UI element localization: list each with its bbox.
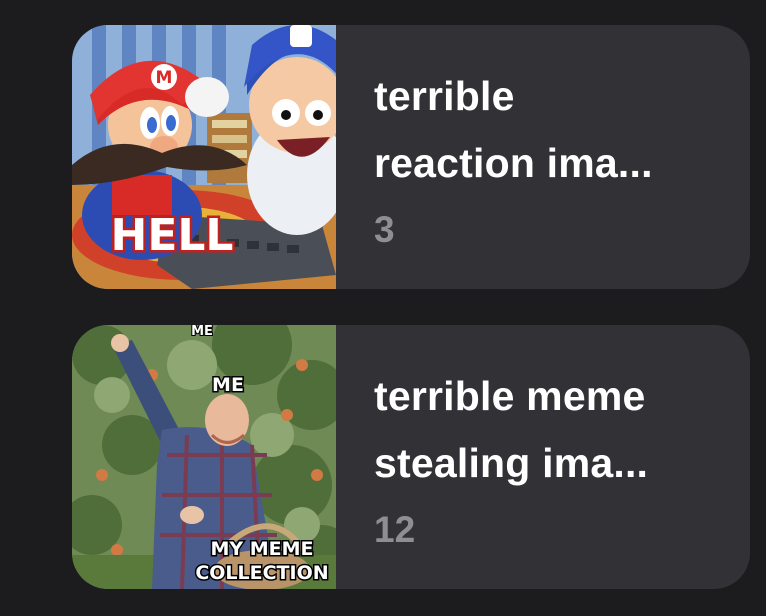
svg-text:ME: ME (191, 325, 213, 339)
thumbnail-caption-top: ME (212, 374, 244, 396)
thumbnail-caption-bottom-line1: MY MEME (210, 538, 313, 560)
apple-picking-meme-thumbnail: ME ME MY MEME COLLECTION (72, 325, 336, 589)
collection-card-terrible-reaction-images[interactable]: M HELL terrible reaction ima... 3 (72, 25, 750, 289)
collection-title-line2: reaction ima... (374, 140, 653, 186)
thumbnail-caption-bottom-line2: COLLECTION (195, 562, 328, 584)
collection-list: M HELL terrible reaction ima... 3 ME ME … (0, 0, 766, 616)
collection-title-line1: terrible meme (374, 373, 646, 419)
item-count: 12 (374, 509, 416, 550)
collection-info: terrible meme stealing ima... 12 (336, 325, 750, 589)
collection-title-line1: terrible (374, 73, 515, 119)
collection-info: terrible reaction ima... 3 (336, 25, 750, 289)
mario-hell-thumbnail: M HELL (72, 25, 336, 289)
collection-title-line2: stealing ima... (374, 440, 649, 486)
item-count: 3 (374, 209, 395, 250)
svg-text:M: M (156, 68, 173, 88)
thumbnail-caption: HELL (111, 210, 234, 261)
collection-card-terrible-meme-stealing-images[interactable]: ME ME MY MEME COLLECTION terrible meme s… (72, 325, 750, 589)
